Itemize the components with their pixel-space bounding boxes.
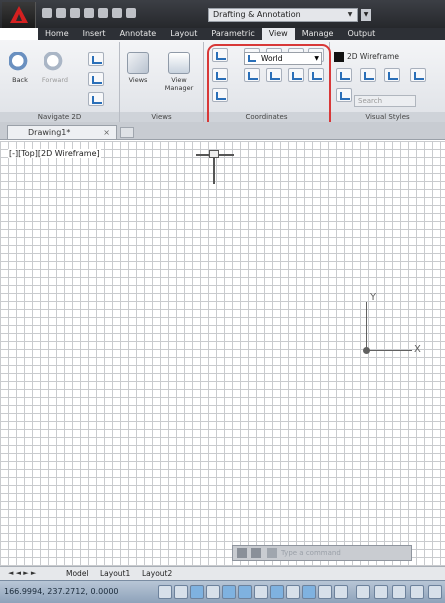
customize-dropdown-button[interactable]: ▼ [361,9,371,21]
zoom-back-icon [9,52,31,74]
views-button[interactable]: Views [124,52,152,84]
dynamic-input-toggle[interactable] [302,585,316,599]
customize-command-icon[interactable] [251,548,261,558]
close-icon[interactable]: × [103,126,110,139]
forward-button[interactable]: Forward [38,52,72,84]
snap-mode-toggle[interactable] [174,585,188,599]
tab-insert[interactable]: Insert [76,28,113,40]
redo-icon[interactable] [126,8,136,18]
navigate-2d-title: Navigate 2D [0,112,119,122]
visual-style-icon[interactable] [336,68,352,82]
open-icon[interactable] [56,8,66,18]
quick-view-layouts-button[interactable] [374,585,388,599]
grid-display-toggle[interactable] [190,585,204,599]
workspace-label: Drafting & Annotation [213,10,301,19]
tab-annotate[interactable]: Annotate [113,28,164,40]
tab-manage[interactable]: Manage [295,28,341,40]
tab-output[interactable]: Output [340,28,382,40]
navigate-2d-panel: Back Forward Navigate 2D [0,42,120,122]
3d-object-snap-toggle[interactable] [254,585,268,599]
drawing-tab[interactable]: Drawing1* × [7,125,117,139]
close-command-icon[interactable] [237,548,247,558]
polar-tracking-toggle[interactable] [222,585,236,599]
title-bar: Drafting & Annotation ▼ ▼ [0,0,445,28]
layout-tab-bar: ◄ ◄ ► ► Model Layout1 Layout2 [0,566,445,580]
command-prompt-icon [267,548,277,558]
back-button[interactable]: Back [6,52,34,84]
chevron-down-icon: ▼ [347,11,353,18]
model-space-button[interactable] [356,585,370,599]
command-line: Type a command [232,545,412,561]
views-title: Views [120,112,203,122]
tab-model[interactable]: Model [66,569,89,578]
new-tab-button[interactable] [120,127,134,138]
transparency-toggle[interactable] [334,585,348,599]
quick-access-toolbar [42,8,136,18]
y-axis-label: Y [370,292,377,303]
x-ray-icon[interactable] [336,88,352,102]
annotation-scale-button[interactable] [392,585,406,599]
save-icon[interactable] [70,8,80,18]
zoom-forward-icon [44,52,66,74]
infer-constraints-toggle[interactable] [158,585,172,599]
document-tab-bar: Drawing1* × [0,122,445,140]
pan-icon[interactable] [88,52,104,66]
visual-styles-title: Visual Styles [330,112,445,122]
new-icon[interactable] [42,8,52,18]
workspace-switch-icon[interactable] [410,585,424,599]
status-bar: 166.9994, 237.2712, 0.0000 [0,580,445,603]
cube-icon [127,52,149,74]
application-menu-button[interactable] [2,2,36,28]
ucs-axes-icon: Y X [358,288,428,358]
tab-home[interactable]: Home [38,28,76,40]
view-manager-button[interactable]: View Manager [158,52,200,92]
tab-layout1[interactable]: Layout1 [100,569,130,578]
workspace-switcher[interactable]: Drafting & Annotation ▼ [208,8,358,22]
save-as-icon[interactable] [84,8,94,18]
object-snap-toggle[interactable] [238,585,252,599]
visual-style-search[interactable]: Search [354,95,416,107]
shading-icon[interactable] [360,68,376,82]
drawing-tab-label: Drawing1* [28,128,71,137]
tab-layout2[interactable]: Layout2 [142,569,172,578]
tab-parametric[interactable]: Parametric [204,28,261,40]
object-snap-tracking-toggle[interactable] [270,585,284,599]
tab-layout[interactable]: Layout [163,28,204,40]
tab-view[interactable]: View [261,28,295,40]
command-input[interactable]: Type a command [281,548,409,559]
crosshair-pickbox [209,150,219,158]
lighting-icon[interactable] [410,68,426,82]
zoom-extents-icon[interactable] [88,72,104,86]
dynamic-ucs-toggle[interactable] [286,585,300,599]
viewport-controls[interactable]: [-][Top][2D Wireframe] [8,149,101,158]
undo-icon[interactable] [112,8,122,18]
plot-icon[interactable] [98,8,108,18]
layout-nav-arrows[interactable]: ◄ ◄ ► ► [8,569,36,577]
visual-style-swatch [334,52,344,62]
ribbon-tabs: Home Insert Annotate Layout Parametric V… [38,28,445,40]
ortho-mode-toggle[interactable] [206,585,220,599]
orbit-icon[interactable] [88,92,104,106]
view-manager-icon [168,52,190,74]
x-axis-label: X [414,344,421,355]
edges-icon[interactable] [384,68,400,82]
clean-screen-icon[interactable] [428,585,442,599]
visual-style-current[interactable]: 2D Wireframe [347,52,399,61]
views-panel: Views View Manager Views [120,42,204,122]
lineweight-toggle[interactable] [318,585,332,599]
coordinate-readout: 166.9994, 237.2712, 0.0000 [4,587,119,596]
